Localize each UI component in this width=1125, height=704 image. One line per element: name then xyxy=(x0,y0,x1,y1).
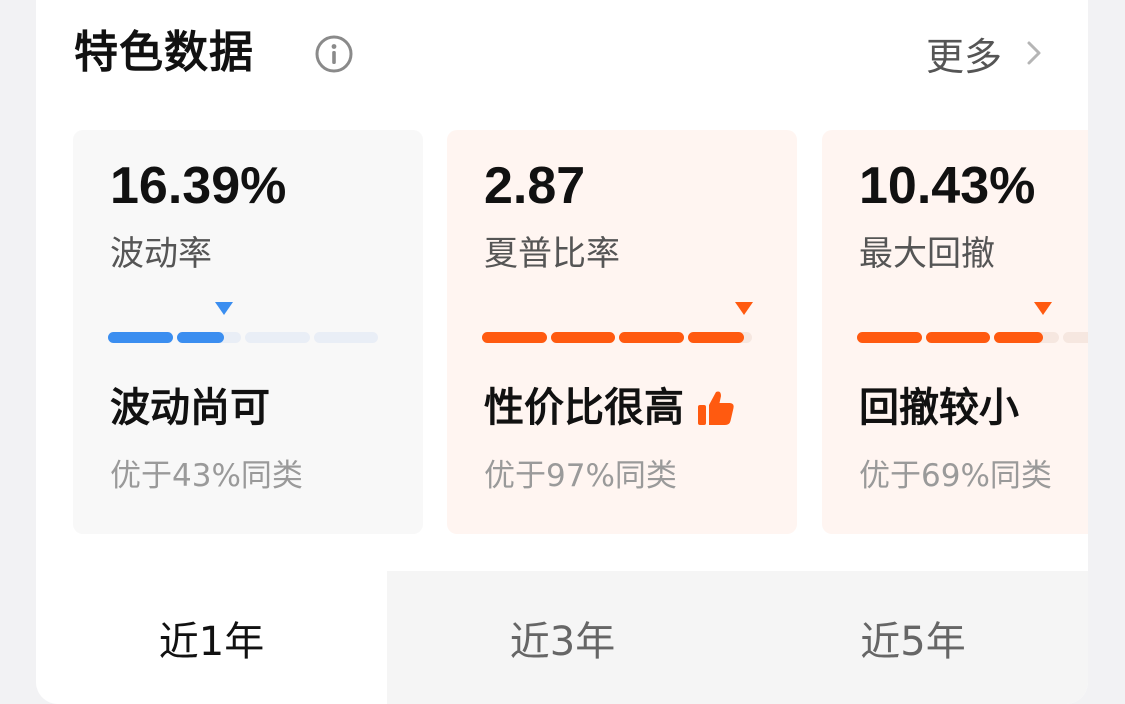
metric-value: 10.43% xyxy=(859,157,1036,215)
metric-label: 最大回撤 xyxy=(859,234,995,274)
more-label: 更多 xyxy=(925,34,1002,79)
percentile-marker xyxy=(734,302,753,315)
tab-5-year[interactable]: 近5年 xyxy=(738,571,1088,704)
percentile-bar xyxy=(857,302,1088,346)
percentile-bar xyxy=(482,302,753,346)
bar-segment-fill xyxy=(857,332,922,343)
metric-verdict-text: 波动尚可 xyxy=(110,385,270,431)
period-tabs: 近1年 近3年 近5年 xyxy=(36,571,1088,704)
bar-segment xyxy=(1062,332,1088,343)
bar-segment xyxy=(925,332,990,343)
bar-segment xyxy=(108,332,173,343)
bar-segment xyxy=(176,332,241,343)
metric-cards: 16.39% 波动率 波动尚可 优于43%同类 2.87 夏普比率 性价比很高 … xyxy=(73,130,1088,534)
percentile-bar xyxy=(108,302,378,346)
bar-segment xyxy=(313,332,378,343)
metric-card-max-drawdown[interactable]: 10.43% 最大回撤 回撤较小 优于69%同类 xyxy=(822,130,1088,534)
metric-verdict-text: 回撤较小 xyxy=(859,385,1019,431)
section-header: 特色数据 更多 xyxy=(74,22,1044,84)
more-link[interactable]: 更多 xyxy=(926,22,1044,84)
metric-verdict: 回撤较小 xyxy=(859,382,1019,434)
metric-verdict: 波动尚可 xyxy=(110,382,270,434)
metric-card-volatility[interactable]: 16.39% 波动率 波动尚可 优于43%同类 xyxy=(73,130,423,534)
metric-label: 夏普比率 xyxy=(484,234,620,274)
metric-verdict-text: 性价比很高 xyxy=(484,385,684,431)
bar-segment-fill xyxy=(176,332,225,343)
bar-segment-fill xyxy=(925,332,990,343)
info-icon[interactable] xyxy=(314,34,354,74)
tab-3-year[interactable]: 近3年 xyxy=(387,571,738,704)
bar-segment-fill xyxy=(619,332,684,343)
thumbs-up-icon xyxy=(698,391,734,425)
chevron-right-icon xyxy=(1027,41,1041,65)
bar-segment xyxy=(482,332,547,343)
metric-verdict: 性价比很高 xyxy=(484,382,736,434)
bar-segment xyxy=(550,332,615,343)
metric-rank: 优于69%同类 xyxy=(859,458,1052,494)
metric-rank: 优于97%同类 xyxy=(484,458,677,494)
bar-segment xyxy=(687,332,752,343)
metric-rank: 优于43%同类 xyxy=(110,458,303,494)
percentile-marker xyxy=(1034,302,1053,315)
bar-segment-fill xyxy=(482,332,547,343)
metric-value: 2.87 xyxy=(484,157,586,215)
bar-segment-fill xyxy=(687,332,744,343)
metric-label: 波动率 xyxy=(110,234,212,274)
bar-segment xyxy=(857,332,922,343)
section-title: 特色数据 xyxy=(74,27,254,78)
bar-segment-fill xyxy=(108,332,173,343)
metric-value: 16.39% xyxy=(110,157,287,215)
bar-segment-fill xyxy=(550,332,615,343)
bar-segment xyxy=(619,332,684,343)
bar-segment xyxy=(994,332,1059,343)
tab-1-year[interactable]: 近1年 xyxy=(36,571,387,704)
percentile-marker xyxy=(215,302,234,315)
metric-card-sharpe-ratio[interactable]: 2.87 夏普比率 性价比很高 优于97%同类 xyxy=(447,130,797,534)
bar-segment xyxy=(245,332,310,343)
featured-data-panel: 特色数据 更多 16.39% 波动率 波动尚可 优于43%同类 2.87 夏普比… xyxy=(36,0,1088,704)
bar-segment-fill xyxy=(994,332,1044,343)
